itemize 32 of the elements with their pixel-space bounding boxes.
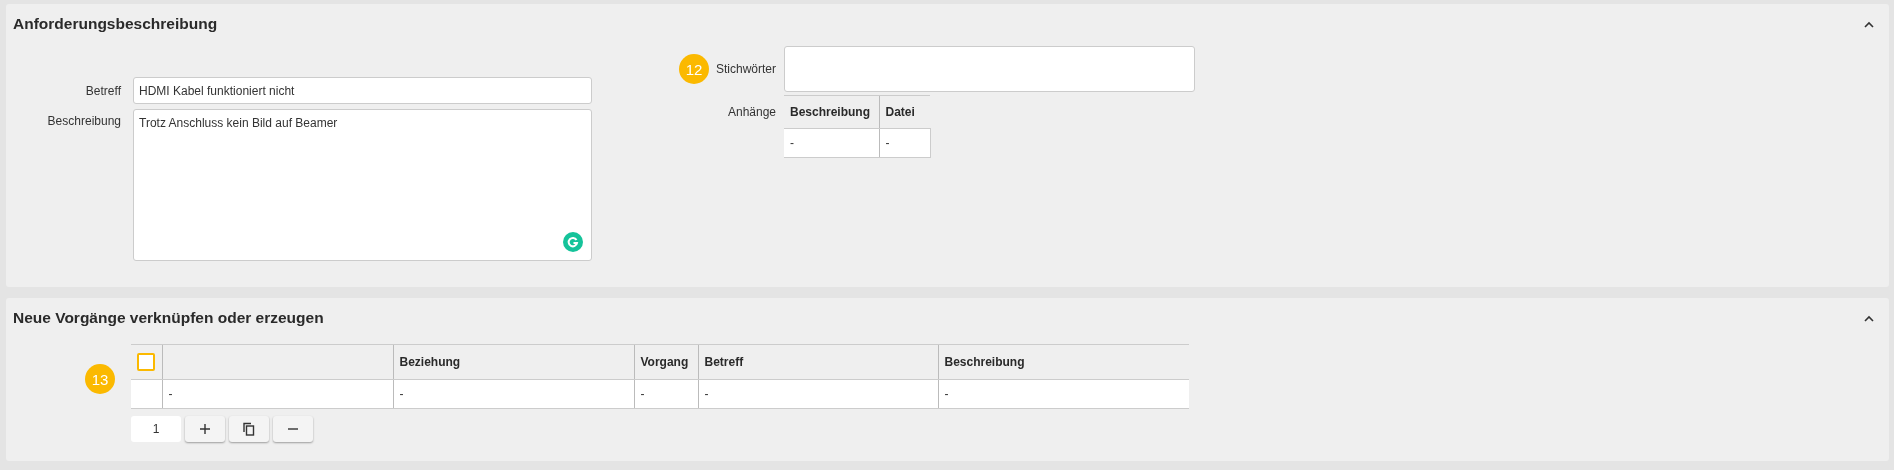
- collapse-icon[interactable]: [1863, 313, 1875, 323]
- column-header: Beschreibung: [944, 355, 1025, 369]
- table-cell: -: [784, 128, 879, 158]
- column-header: Vorgang: [640, 355, 689, 369]
- add-button[interactable]: [185, 416, 225, 442]
- field-label: Anhänge: [727, 104, 776, 119]
- keywords-field[interactable]: [784, 46, 1195, 92]
- copy-icon: [242, 422, 256, 436]
- section-title: Anforderungsbeschreibung: [13, 15, 218, 33]
- collapse-icon[interactable]: [1863, 19, 1875, 29]
- column-header: Beschreibung: [784, 95, 879, 129]
- copy-button[interactable]: [229, 416, 269, 442]
- column-header: Datei: [879, 95, 930, 129]
- column-header: Betreff: [704, 355, 744, 369]
- table-cell: -: [162, 379, 393, 409]
- step-badge: 13: [85, 364, 115, 394]
- description-field[interactable]: Trotz Anschluss kein Bild auf Beamer: [133, 109, 592, 261]
- table-cell: -: [698, 379, 938, 409]
- field-label: Stichwörter: [715, 62, 776, 76]
- plus-icon: [199, 423, 211, 435]
- table-cell: -: [634, 379, 698, 409]
- subject-field[interactable]: HDMI Kabel funktioniert nicht: [133, 77, 592, 104]
- checkbox[interactable]: [137, 353, 155, 371]
- table-cell: -: [393, 379, 634, 409]
- field-label: Betreff: [84, 83, 122, 98]
- field-label: Beschreibung: [46, 113, 122, 128]
- step-badge: 12: [678, 54, 709, 84]
- count-field[interactable]: 1: [131, 416, 181, 442]
- table-cell: -: [938, 379, 1189, 409]
- table-cell: -: [879, 128, 930, 158]
- section-title: Neue Vorgänge verknüpfen oder erzeugen: [13, 309, 324, 327]
- column-header: Beziehung: [399, 355, 461, 369]
